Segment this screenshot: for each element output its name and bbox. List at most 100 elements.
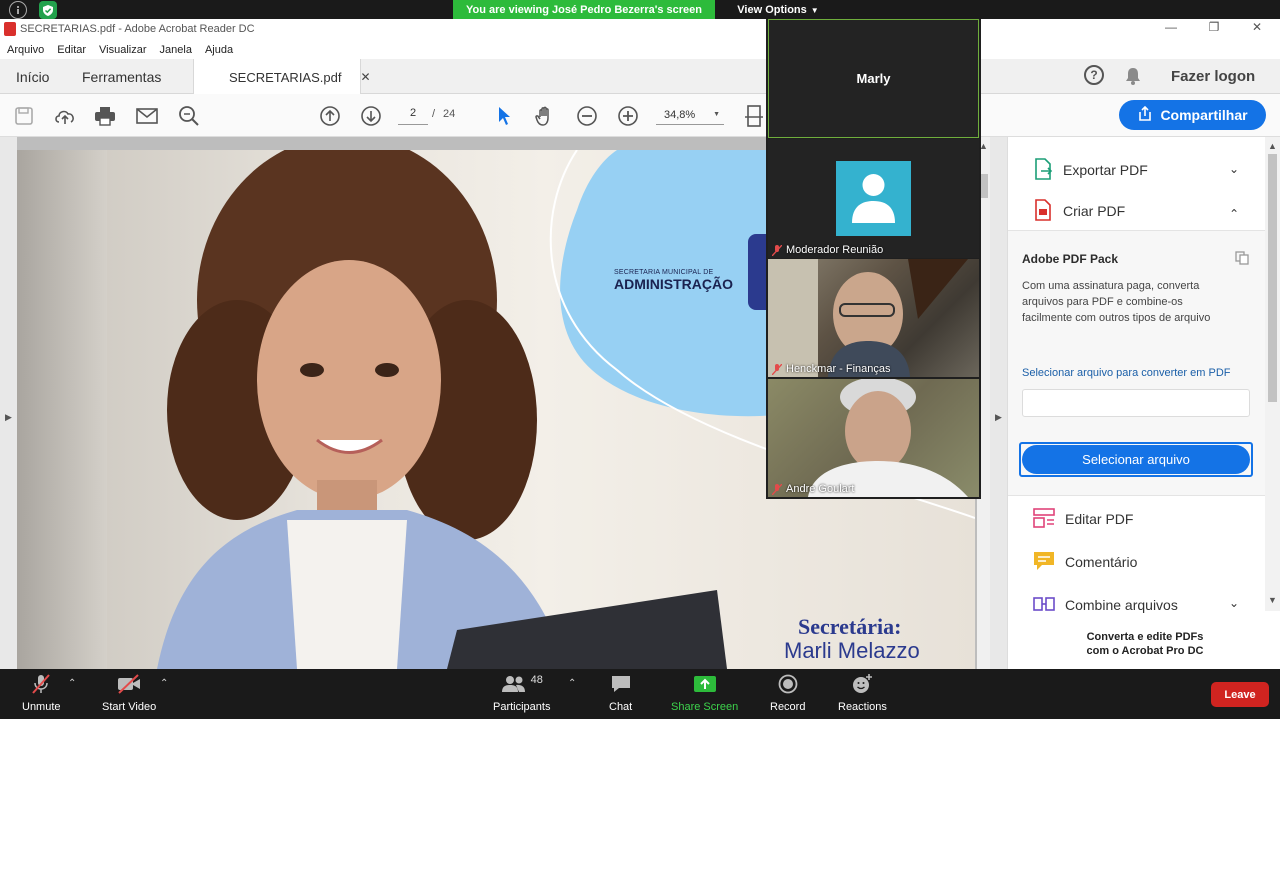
previous-page-icon[interactable] — [317, 103, 343, 129]
login-link[interactable]: Fazer logon — [1171, 59, 1255, 94]
fit-page-icon[interactable] — [741, 103, 767, 129]
select-file-button[interactable]: Selecionar arquivo — [1022, 445, 1250, 474]
department-label-big: ADMINISTRAÇÃO — [614, 276, 733, 292]
promo-line-2: com o Acrobat Pro DC — [1086, 645, 1204, 657]
video-tile-moderator[interactable]: Moderador Reunião — [768, 139, 979, 258]
reactions-button[interactable]: Reactions — [838, 673, 887, 713]
print-icon[interactable] — [92, 103, 118, 129]
copy-icon[interactable] — [1235, 251, 1249, 270]
chat-label: Chat — [609, 701, 633, 713]
participants-count: 48 — [530, 674, 543, 686]
menu-ajuda[interactable]: Ajuda — [205, 44, 233, 56]
chevron-down-icon[interactable]: ⌄ — [1229, 596, 1239, 610]
search-zoom-icon[interactable] — [176, 103, 202, 129]
participants-label: Participants — [493, 701, 551, 713]
participants-button[interactable]: 48 Participants — [493, 673, 550, 713]
hand-tool-icon[interactable] — [532, 103, 558, 129]
share-button[interactable]: Compartilhar — [1119, 100, 1266, 130]
create-pdf-item[interactable]: Criar PDF — [1033, 198, 1126, 223]
chat-button[interactable]: Chat — [609, 673, 632, 713]
file-input[interactable] — [1022, 389, 1250, 417]
zoom-level-value: 34,8% — [664, 108, 696, 121]
tools-pane-scrollbar[interactable]: ▲ ▼ — [1265, 137, 1280, 611]
unmute-button[interactable]: Unmute — [22, 673, 61, 713]
tab-document[interactable]: SECRETARIAS.pdf ✕ — [193, 59, 371, 95]
chat-icon — [610, 673, 632, 695]
start-video-button[interactable]: Start Video — [102, 673, 156, 713]
participant-label: Andre Goulart — [771, 483, 854, 495]
export-pdf-icon — [1033, 157, 1053, 183]
woman-photo — [157, 150, 727, 669]
menu-bar: Arquivo Editar Visualizar Janela Ajuda — [0, 40, 1280, 59]
muted-mic-icon — [771, 363, 783, 375]
chevron-right-icon: ▶ — [995, 412, 1002, 422]
next-page-icon[interactable] — [358, 103, 384, 129]
record-label: Record — [770, 701, 806, 713]
chevron-up-icon[interactable]: ⌃ — [568, 678, 576, 689]
chevron-up-icon[interactable]: ⌃ — [160, 678, 168, 689]
scrollbar-thumb[interactable] — [1268, 154, 1277, 402]
meeting-info-icon[interactable] — [9, 1, 27, 19]
chevron-up-icon[interactable]: ⌃ — [68, 678, 76, 689]
video-tile-marly[interactable]: Marly — [768, 19, 979, 138]
participant-video — [768, 259, 968, 377]
menu-arquivo[interactable]: Arquivo — [7, 44, 44, 56]
scroll-down-icon[interactable]: ▼ — [1268, 595, 1277, 605]
share-screen-button[interactable]: Share Screen — [671, 673, 738, 713]
comment-label: Comentário — [1065, 554, 1138, 570]
combine-files-icon — [1033, 594, 1055, 617]
menu-janela[interactable]: Janela — [160, 44, 192, 56]
edit-pdf-item[interactable]: Editar PDF — [1033, 507, 1133, 531]
unmute-label: Unmute — [22, 701, 61, 713]
restore-button[interactable]: ❐ — [1194, 20, 1234, 38]
tab-ferramentas[interactable]: Ferramentas — [82, 59, 161, 94]
zoom-out-icon[interactable] — [574, 103, 600, 129]
email-icon[interactable] — [134, 103, 160, 129]
chevron-up-icon[interactable]: ⌄ — [1229, 206, 1239, 220]
viewing-screen-banner: You are viewing José Pedro Bezerra's scr… — [453, 0, 715, 20]
save-icon[interactable] — [11, 103, 37, 129]
participant-name: Moderador Reunião — [786, 244, 884, 256]
slide-role-title: Secretária: — [798, 614, 902, 639]
page-number-input[interactable]: 2 — [398, 107, 428, 125]
pdf-pack-description: Com uma assinatura paga, converta arquiv… — [1022, 280, 1211, 324]
zoom-level-select[interactable]: 34,8% ▼ — [656, 105, 724, 125]
menu-visualizar[interactable]: Visualizar — [99, 44, 147, 56]
promo-line-1: Converta e edite PDFs — [1086, 631, 1204, 643]
record-button[interactable]: Record — [770, 673, 805, 713]
select-file-link[interactable]: Selecionar arquivo para converter em PDF — [1022, 367, 1230, 379]
zoom-in-icon[interactable] — [615, 103, 641, 129]
view-options-button[interactable]: View Options ▼ — [728, 0, 828, 20]
export-pdf-item[interactable]: Exportar PDF — [1033, 157, 1148, 183]
chevron-down-icon[interactable]: ⌄ — [1229, 162, 1239, 176]
cloud-upload-icon[interactable] — [52, 103, 78, 129]
tab-document-label: SECRETARIAS.pdf — [229, 69, 342, 85]
participant-label: Moderador Reunião — [771, 244, 884, 256]
leave-meeting-button[interactable]: Leave — [1211, 682, 1269, 707]
slide-person-name: Marli Melazzo — [784, 638, 920, 663]
create-pdf-label: Criar PDF — [1063, 203, 1126, 219]
encryption-shield-icon[interactable] — [39, 1, 57, 19]
comment-item[interactable]: Comentário — [1033, 550, 1137, 574]
close-window-button[interactable]: ✕ — [1237, 20, 1277, 38]
reactions-icon — [851, 673, 873, 695]
tab-inicio[interactable]: Início — [16, 59, 49, 94]
department-label-small: SECRETARIA MUNICIPAL DE — [614, 269, 714, 276]
close-tab-icon[interactable]: ✕ — [360, 70, 370, 84]
left-pane-toggle[interactable]: ▶ — [0, 137, 17, 669]
video-tile-andre[interactable]: Andre Goulart — [768, 379, 979, 497]
help-icon[interactable]: ? — [1084, 65, 1104, 85]
menu-editar[interactable]: Editar — [57, 44, 86, 56]
minimize-button[interactable]: — — [1151, 20, 1191, 38]
notification-bell-icon[interactable] — [1124, 66, 1142, 91]
right-pane-toggle[interactable]: ▶ — [990, 137, 1007, 669]
select-cursor-icon[interactable] — [491, 103, 517, 129]
combine-files-item[interactable]: Combine arquivos — [1033, 593, 1178, 617]
scroll-up-icon[interactable]: ▲ — [1268, 141, 1277, 151]
video-tile-henckmar[interactable]: Henckmar - Finanças — [768, 259, 979, 377]
page-separator: / — [432, 108, 436, 120]
pro-promo[interactable]: Converta e edite PDFs com o Acrobat Pro … — [1060, 630, 1230, 658]
page-total: 24 — [443, 108, 456, 120]
combine-files-label: Combine arquivos — [1065, 597, 1178, 613]
chevron-right-icon: ▶ — [5, 412, 12, 422]
